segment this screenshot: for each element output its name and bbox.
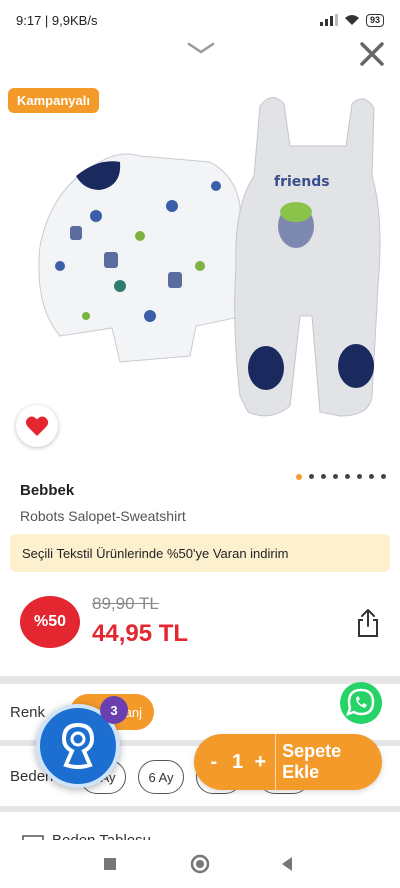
product-title: Robots Salopet-Sweatshirt (20, 508, 186, 524)
quantity-decrease-button[interactable]: - (200, 751, 228, 774)
discount-badge: %50 (20, 596, 80, 648)
gallery-dot[interactable] (296, 474, 302, 480)
back-icon[interactable] (280, 856, 294, 872)
product-image[interactable]: friends (0, 66, 400, 466)
gallery-dot[interactable] (369, 474, 374, 479)
color-label: Renk (10, 704, 46, 721)
status-time: 9:17 (16, 12, 42, 28)
system-nav-bar (0, 840, 400, 888)
status-bar: 9:17 | 9,9KB/s 93 (0, 0, 400, 40)
wifi-icon (344, 15, 359, 25)
promo-banner[interactable]: Seçili Tekstil Ürünlerinde %50'ye Varan … (10, 534, 390, 572)
new-price: 44,95 TL (92, 620, 189, 647)
gallery-dot[interactable] (309, 474, 314, 479)
gallery-dots (296, 474, 386, 480)
brand-name[interactable]: Bebbek (20, 482, 74, 499)
gallery-dot[interactable] (381, 474, 386, 479)
gallery-dot[interactable] (333, 474, 338, 479)
chevron-down-icon[interactable] (186, 40, 216, 56)
gallery-dot[interactable] (357, 474, 362, 479)
promo-text: Seçili Tekstil Ürünlerinde %50'ye Varan … (22, 545, 289, 561)
sweatshirt-illustration (38, 153, 245, 363)
top-controls (0, 40, 400, 66)
close-icon[interactable] (358, 40, 386, 68)
overalls-illustration: friends (234, 97, 381, 417)
cart-separator (275, 734, 277, 790)
signal-icon (319, 14, 338, 26)
status-speed: 9,9KB/s (51, 12, 98, 28)
gallery-dot[interactable] (321, 474, 326, 479)
quantity-value: 1 (231, 750, 244, 773)
add-to-cart-button[interactable]: Sepete Ekle (282, 741, 382, 783)
favorite-button[interactable] (16, 405, 58, 447)
campaign-badge: Kampanyalı (8, 88, 99, 113)
share-icon[interactable] (356, 608, 380, 638)
section-divider (0, 806, 400, 812)
whatsapp-icon[interactable] (338, 680, 384, 726)
recents-icon[interactable] (102, 856, 118, 872)
quantity-increase-button[interactable]: + (247, 751, 273, 774)
status-icons: 93 (319, 13, 384, 27)
cart-bar: - 1 + Sepete Ekle (194, 734, 382, 790)
battery-icon: 93 (365, 13, 384, 27)
size-option[interactable]: 6 Ay (138, 760, 184, 794)
gallery-dot[interactable] (345, 474, 350, 479)
heart-icon (25, 416, 49, 436)
svg-text:friends: friends (274, 174, 330, 190)
assistant-count-badge: 3 (100, 696, 128, 724)
old-price: 89,90 TL (92, 594, 159, 613)
assistant-icon (61, 722, 95, 769)
home-icon[interactable] (190, 854, 210, 874)
